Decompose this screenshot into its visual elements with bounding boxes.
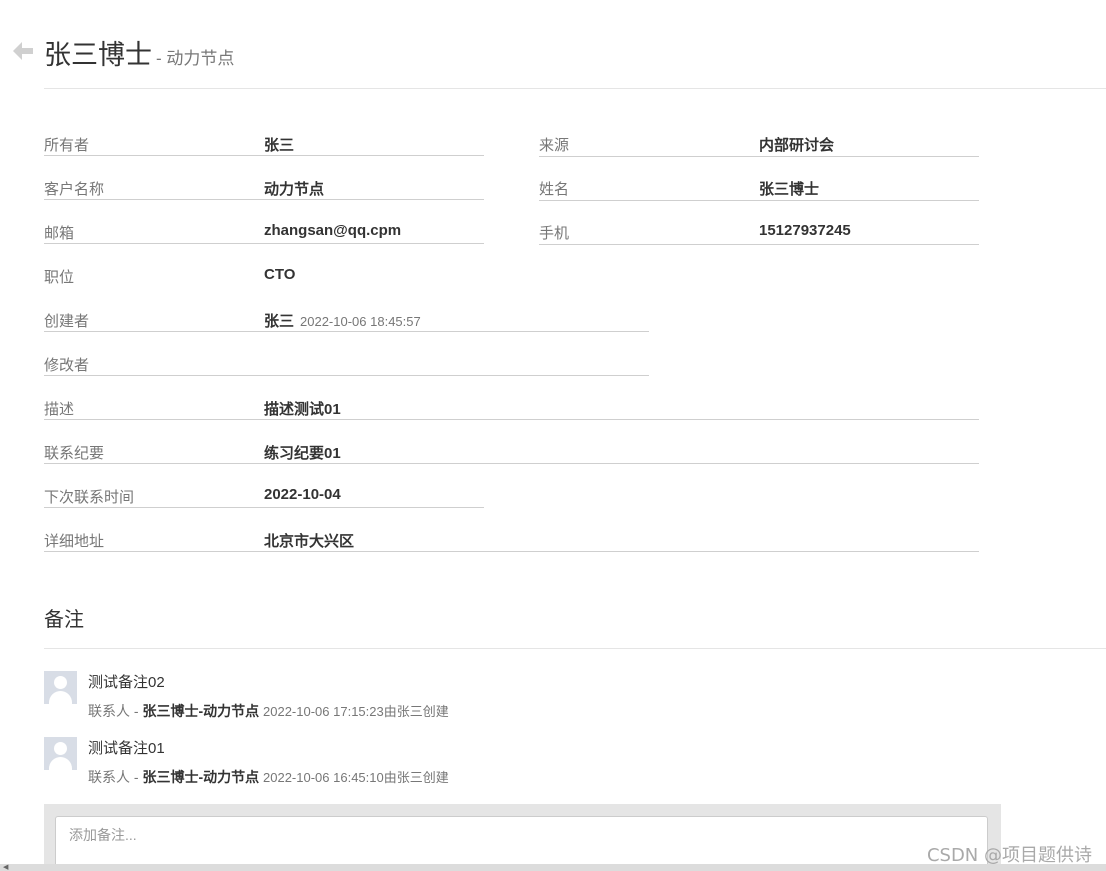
- creator-label: 创建者: [44, 313, 90, 330]
- scroll-left-arrow-icon[interactable]: ◀: [3, 864, 8, 871]
- page-header: 张三博士 - 动力节点: [0, 0, 1106, 90]
- page-title: 张三博士 - 动力节点: [44, 33, 234, 72]
- customer-name-label: 客户名称: [44, 181, 105, 198]
- name-label: 姓名: [539, 181, 570, 198]
- contact-summary-label: 联系纪要: [44, 445, 105, 462]
- source-value: 内部研讨会: [759, 137, 835, 154]
- contact-company: - 动力节点: [156, 49, 235, 68]
- remarks-divider: [44, 648, 1106, 649]
- remark-text: 测试备注02: [88, 674, 165, 691]
- description-label: 描述: [44, 401, 75, 418]
- customer-name-underline: [44, 199, 484, 200]
- customer-name-value: 动力节点: [264, 181, 325, 198]
- remark-text: 测试备注01: [88, 740, 165, 757]
- name-underline: [539, 200, 979, 201]
- remark-contact: 张三博士-动力节点: [142, 703, 260, 719]
- remarks-title: 备注: [44, 609, 84, 631]
- owner-label: 所有者: [44, 137, 90, 154]
- creator-value: 张三 2022-10-06 18:45:57: [264, 310, 421, 331]
- user-avatar-icon: [44, 737, 77, 770]
- email-value: zhangsan@qq.cpm: [264, 222, 402, 239]
- header-divider: [44, 88, 1106, 89]
- contact-summary-underline: [44, 463, 979, 464]
- create-time: 2022-10-06 18:45:57: [300, 314, 421, 329]
- description-underline: [44, 419, 979, 420]
- add-remark-panel: [44, 804, 1001, 871]
- remark-item: 测试备注01 联系人 - 张三博士-动力节点 2022-10-06 16:45:…: [44, 737, 744, 793]
- add-remark-input[interactable]: [55, 816, 988, 871]
- email-underline: [44, 243, 484, 244]
- job-label: 职位: [44, 269, 75, 286]
- editor-label: 修改者: [44, 357, 90, 374]
- next-contact-time-label: 下次联系时间: [44, 489, 135, 506]
- mobile-underline: [539, 244, 979, 245]
- mobile-label: 手机: [539, 225, 570, 242]
- arrow-left-icon[interactable]: [11, 40, 35, 62]
- job-value: CTO: [264, 266, 296, 283]
- email-label: 邮箱: [44, 225, 75, 242]
- remark-prefix: 联系人 -: [88, 769, 143, 785]
- next-contact-time-underline: [44, 507, 484, 508]
- remark-time: 2022-10-06 17:15:23由张三创建: [263, 704, 449, 719]
- contact-name: 张三博士: [44, 40, 152, 70]
- contact-summary-value: 练习纪要01: [264, 445, 341, 462]
- remark-time: 2022-10-06 16:45:10由张三创建: [263, 770, 449, 785]
- editor-underline: [44, 375, 649, 376]
- address-label: 详细地址: [44, 533, 105, 550]
- user-avatar-icon: [44, 671, 77, 704]
- owner-value: 张三: [264, 137, 295, 154]
- remark-contact: 张三博士-动力节点: [142, 769, 260, 785]
- remark-meta: 联系人 - 张三博士-动力节点 2022-10-06 17:15:23由张三创建: [88, 701, 449, 721]
- source-label: 来源: [539, 137, 570, 154]
- next-contact-time-value: 2022-10-04: [264, 486, 341, 503]
- name-value: 张三博士: [759, 181, 820, 198]
- mobile-value: 15127937245: [759, 222, 851, 239]
- creator-name: 张三: [264, 313, 295, 330]
- address-underline: [44, 551, 979, 552]
- owner-underline: [44, 155, 484, 156]
- creator-underline: [44, 331, 649, 332]
- remark-prefix: 联系人 -: [88, 703, 143, 719]
- watermark: CSDN @项目题供诗: [926, 845, 1092, 866]
- description-value: 描述测试01: [264, 401, 341, 418]
- address-value: 北京市大兴区: [264, 533, 355, 550]
- remark-item: 测试备注02 联系人 - 张三博士-动力节点 2022-10-06 17:15:…: [44, 671, 744, 727]
- source-underline: [539, 156, 979, 157]
- remark-meta: 联系人 - 张三博士-动力节点 2022-10-06 16:45:10由张三创建: [88, 767, 449, 787]
